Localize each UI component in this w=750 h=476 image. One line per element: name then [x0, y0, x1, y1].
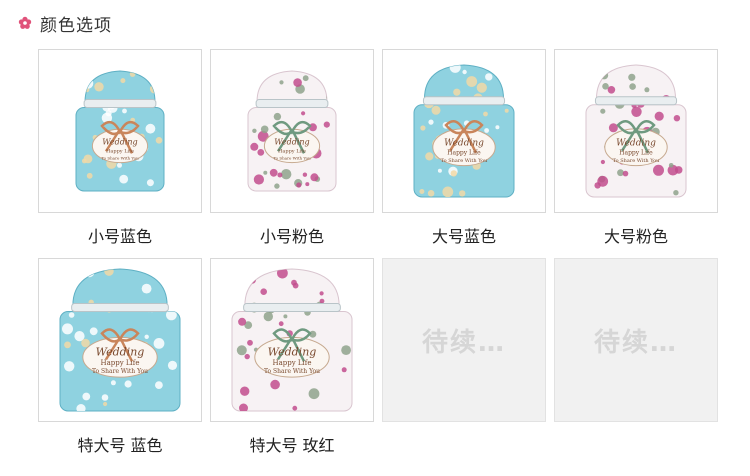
svg-text:Happy Life: Happy Life	[619, 150, 653, 157]
pink-floral-tin-large-image: Wedding Happy Life To Share With You	[584, 61, 688, 201]
color-option-xlarge-blue[interactable]: Wedding Happy Life To Share With You 特大号…	[38, 258, 202, 456]
pink-floral-tin-small-image: Wedding Happy Life To Share With You	[246, 67, 338, 195]
svg-text:Wedding: Wedding	[616, 138, 656, 148]
option-label: 大号蓝色	[431, 227, 496, 246]
svg-text:To Share With You: To Share With You	[613, 158, 660, 164]
section-header: 颜色选项	[18, 10, 112, 36]
product-image-frame[interactable]: Wedding Happy Life To Share With You	[210, 49, 374, 213]
placeholder-frame: 待续…	[382, 258, 546, 422]
product-image-frame[interactable]: Wedding Happy Life To Share With You	[38, 49, 202, 213]
svg-text:Wedding: Wedding	[102, 137, 137, 146]
svg-text:Wedding: Wedding	[96, 345, 145, 358]
rose-floral-tin-xlarge-image: Wedding Happy Life To Share With You	[230, 265, 354, 415]
color-option-small-pink[interactable]: Wedding Happy Life To Share With You 小号粉…	[210, 49, 374, 247]
blue-floral-tin-xlarge-image: Wedding Happy Life To Share With You	[58, 265, 182, 415]
placeholder-text: 待续…	[593, 327, 678, 358]
option-label: 特大号 蓝色	[77, 436, 163, 455]
product-image-frame[interactable]: Wedding Happy Life To Share With You	[382, 49, 546, 213]
color-option-large-pink[interactable]: Wedding Happy Life To Share With You 大号粉…	[554, 49, 718, 247]
svg-text:To Share With You: To Share With You	[264, 368, 320, 375]
svg-text:Happy Life: Happy Life	[100, 359, 139, 367]
option-label: 特大号 玫红	[249, 436, 335, 455]
product-image-frame[interactable]: Wedding Happy Life To Share With You	[38, 258, 202, 422]
color-option-small-blue[interactable]: Wedding Happy Life To Share With You 小号蓝…	[38, 49, 202, 247]
svg-text:To Share With You: To Share With You	[441, 158, 488, 164]
svg-text:To Share With You: To Share With You	[101, 155, 139, 160]
svg-text:Wedding: Wedding	[274, 137, 309, 146]
color-option-large-blue[interactable]: Wedding Happy Life To Share With You 大号蓝…	[382, 49, 546, 247]
blue-floral-tin-small-image: Wedding Happy Life To Share With You	[74, 67, 166, 195]
svg-text:To Share With You: To Share With You	[92, 368, 148, 375]
svg-text:Wedding: Wedding	[444, 138, 484, 148]
placeholder-option: 待续…	[554, 258, 718, 422]
product-image-frame[interactable]: Wedding Happy Life To Share With You	[210, 258, 374, 422]
blue-floral-tin-large-image: Wedding Happy Life To Share With You	[412, 61, 516, 201]
placeholder-frame: 待续…	[554, 258, 718, 422]
option-label: 小号粉色	[259, 227, 324, 246]
svg-text:Happy Life: Happy Life	[272, 359, 311, 367]
flower-icon	[18, 16, 32, 29]
placeholder-option: 待续…	[382, 258, 546, 422]
svg-text:Happy Life: Happy Life	[447, 150, 481, 157]
product-image-frame[interactable]: Wedding Happy Life To Share With You	[554, 49, 718, 213]
section-title: 颜色选项	[40, 15, 112, 36]
svg-text:Wedding: Wedding	[268, 345, 317, 358]
svg-text:To Share With You: To Share With You	[273, 155, 311, 160]
color-option-xlarge-rose[interactable]: Wedding Happy Life To Share With You 特大号…	[210, 258, 374, 456]
option-label: 小号蓝色	[87, 227, 152, 246]
svg-text:Happy Life: Happy Life	[278, 149, 306, 155]
placeholder-text: 待续…	[421, 327, 506, 358]
option-label: 大号粉色	[603, 227, 668, 246]
svg-text:Happy Life: Happy Life	[106, 149, 134, 155]
